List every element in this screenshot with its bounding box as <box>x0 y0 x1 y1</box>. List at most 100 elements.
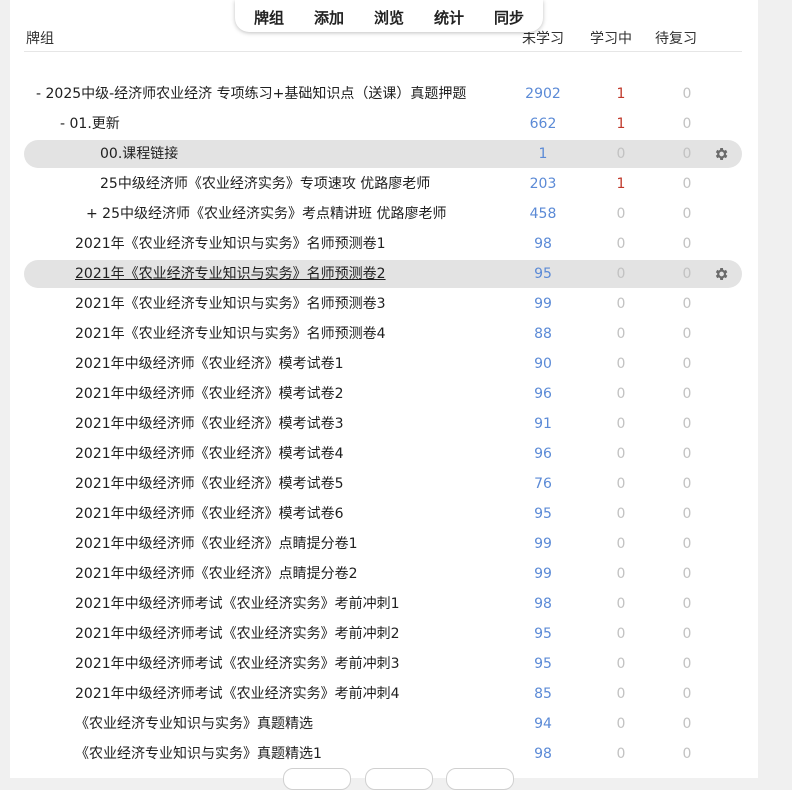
due-count: 0 <box>682 236 692 252</box>
deck-name[interactable]: 2021年中级经济师《农业经济》模考试卷3 <box>75 414 344 434</box>
deck-row[interactable]: 《农业经济专业知识与实务》真题精选 94 0 0 <box>24 710 742 738</box>
new-count: 99 <box>534 296 552 312</box>
deck-name[interactable]: 25中级经济师《农业经济实务》专项速攻 优路廖老师 <box>100 174 430 194</box>
decks-button[interactable]: 牌组 <box>254 7 284 28</box>
gear-icon[interactable] <box>713 266 729 282</box>
due-count: 0 <box>682 476 692 492</box>
deck-name[interactable]: 2021年中级经济师《农业经济》点睛提分卷1 <box>75 534 358 554</box>
due-count: 0 <box>682 416 692 432</box>
new-count: 2902 <box>525 86 561 102</box>
browse-button[interactable]: 浏览 <box>374 7 404 28</box>
learn-count: 0 <box>616 416 626 432</box>
new-count: 96 <box>534 446 552 462</box>
deck-name[interactable]: 2021年中级经济师《农业经济》模考试卷1 <box>75 354 344 374</box>
due-count: 0 <box>682 506 692 522</box>
deck-row[interactable]: 2021年《农业经济专业知识与实务》名师预测卷1 98 0 0 <box>24 230 742 258</box>
deck-name[interactable]: 2021年中级经济师《农业经济》模考试卷4 <box>75 444 344 464</box>
deck-name[interactable]: 2021年《农业经济专业知识与实务》名师预测卷4 <box>75 324 386 344</box>
deck-name[interactable]: 2021年中级经济师考试《农业经济实务》考前冲刺3 <box>75 654 400 674</box>
learn-count: 0 <box>616 626 626 642</box>
deck-row[interactable]: 《农业经济专业知识与实务》真题精选1 98 0 0 <box>24 740 742 768</box>
due-count: 0 <box>682 566 692 582</box>
deck-row[interactable]: 2021年中级经济师《农业经济》模考试卷4 96 0 0 <box>24 440 742 468</box>
due-count: 0 <box>682 626 692 642</box>
new-count: 1 <box>538 146 548 162</box>
due-count: 0 <box>682 326 692 342</box>
bottom-button-1[interactable] <box>283 768 351 790</box>
deck-name[interactable]: 2021年《农业经济专业知识与实务》名师预测卷1 <box>75 234 386 254</box>
learn-count: 1 <box>616 176 626 192</box>
new-count: 91 <box>534 416 552 432</box>
new-count: 98 <box>534 746 552 762</box>
deck-row[interactable]: 2021年中级经济师考试《农业经济实务》考前冲刺3 95 0 0 <box>24 650 742 678</box>
deck-row[interactable]: 2021年中级经济师考试《农业经济实务》考前冲刺1 98 0 0 <box>24 590 742 618</box>
due-count: 0 <box>682 386 692 402</box>
deck-row[interactable]: 2021年中级经济师《农业经济》点睛提分卷1 99 0 0 <box>24 530 742 558</box>
deck-name[interactable]: 2021年中级经济师《农业经济》点睛提分卷2 <box>75 564 358 584</box>
deck-row[interactable]: 2021年中级经济师考试《农业经济实务》考前冲刺2 95 0 0 <box>24 620 742 648</box>
learn-count: 0 <box>616 206 626 222</box>
due-count: 0 <box>682 356 692 372</box>
deck-name[interactable]: 《农业经济专业知识与实务》真题精选1 <box>75 744 322 764</box>
learn-count: 0 <box>616 716 626 732</box>
due-count: 0 <box>682 206 692 222</box>
learn-count: 0 <box>616 506 626 522</box>
deck-row[interactable]: 2021年《农业经济专业知识与实务》名师预测卷3 99 0 0 <box>24 290 742 318</box>
deck-row[interactable]: - 2025中级-经济师农业经济 专项练习+基础知识点（送课）真题押题 2902 1… <box>24 80 742 108</box>
deck-row[interactable]: 2021年中级经济师《农业经济》模考试卷2 96 0 0 <box>24 380 742 408</box>
due-count: 0 <box>682 86 692 102</box>
scrollbar[interactable] <box>759 0 792 778</box>
deck-row[interactable]: 2021年《农业经济专业知识与实务》名师预测卷2 95 0 0 <box>24 260 742 288</box>
deck-row[interactable]: 25中级经济师《农业经济实务》专项速攻 优路廖老师 203 1 0 <box>24 170 742 198</box>
bottom-button-3[interactable] <box>446 768 514 790</box>
deck-list-panel: 牌组 未学习 学习中 待复习 - 2025中级-经济师农业经济 专项练习+基础知… <box>10 0 758 778</box>
new-count: 76 <box>534 476 552 492</box>
header-due: 待复习 <box>655 31 697 47</box>
deck-name[interactable]: 2021年中级经济师《农业经济》模考试卷5 <box>75 474 344 494</box>
deck-row[interactable]: 2021年中级经济师《农业经济》模考试卷6 95 0 0 <box>24 500 742 528</box>
new-count: 88 <box>534 326 552 342</box>
deck-name[interactable]: 00.课程链接 <box>100 144 178 164</box>
learn-count: 0 <box>616 596 626 612</box>
due-count: 0 <box>682 146 692 162</box>
bottom-button-2[interactable] <box>365 768 433 790</box>
learn-count: 0 <box>616 266 626 282</box>
deck-name[interactable]: 《农业经济专业知识与实务》真题精选 <box>75 714 313 734</box>
deck-row[interactable]: + 25中级经济师《农业经济实务》考点精讲班 优路廖老师 458 0 0 <box>24 200 742 228</box>
deck-name[interactable]: - 01.更新 <box>60 114 120 134</box>
sync-button[interactable]: 同步 <box>494 7 524 28</box>
deck-name[interactable]: 2021年中级经济师考试《农业经济实务》考前冲刺4 <box>75 684 400 704</box>
deck-row[interactable]: 2021年《农业经济专业知识与实务》名师预测卷4 88 0 0 <box>24 320 742 348</box>
deck-row[interactable]: 2021年中级经济师《农业经济》模考试卷5 76 0 0 <box>24 470 742 498</box>
deck-name[interactable]: 2021年《农业经济专业知识与实务》名师预测卷2 <box>75 264 386 284</box>
new-count: 203 <box>529 176 557 192</box>
deck-name[interactable]: 2021年中级经济师《农业经济》模考试卷2 <box>75 384 344 404</box>
new-count: 95 <box>534 506 552 522</box>
learn-count: 0 <box>616 476 626 492</box>
learn-count: 0 <box>616 446 626 462</box>
add-button[interactable]: 添加 <box>314 7 344 28</box>
due-count: 0 <box>682 746 692 762</box>
deck-row[interactable]: - 01.更新 662 1 0 <box>24 110 742 138</box>
deck-name[interactable]: 2021年《农业经济专业知识与实务》名师预测卷3 <box>75 294 386 314</box>
learn-count: 0 <box>616 326 626 342</box>
deck-row[interactable]: 2021年中级经济师《农业经济》模考试卷1 90 0 0 <box>24 350 742 378</box>
new-count: 458 <box>529 206 557 222</box>
deck-row[interactable]: 2021年中级经济师《农业经济》模考试卷3 91 0 0 <box>24 410 742 438</box>
deck-name[interactable]: 2021年中级经济师考试《农业经济实务》考前冲刺1 <box>75 594 400 614</box>
deck-row[interactable]: 2021年中级经济师考试《农业经济实务》考前冲刺4 85 0 0 <box>24 680 742 708</box>
deck-name[interactable]: 2021年中级经济师考试《农业经济实务》考前冲刺2 <box>75 624 400 644</box>
new-count: 94 <box>534 716 552 732</box>
learn-count: 1 <box>616 116 626 132</box>
deck-name[interactable]: - 2025中级-经济师农业经济 专项练习+基础知识点（送课）真题押题 <box>36 84 466 104</box>
new-count: 95 <box>534 626 552 642</box>
deck-name[interactable]: + 25中级经济师《农业经济实务》考点精讲班 优路廖老师 <box>86 204 446 224</box>
due-count: 0 <box>682 716 692 732</box>
new-count: 95 <box>534 266 552 282</box>
deck-row[interactable]: 00.课程链接 1 0 0 <box>24 140 742 168</box>
deck-name[interactable]: 2021年中级经济师《农业经济》模考试卷6 <box>75 504 344 524</box>
deck-row[interactable]: 2021年中级经济师《农业经济》点睛提分卷2 99 0 0 <box>24 560 742 588</box>
gear-icon[interactable] <box>713 146 729 162</box>
stats-button[interactable]: 统计 <box>434 7 464 28</box>
learn-count: 0 <box>616 386 626 402</box>
